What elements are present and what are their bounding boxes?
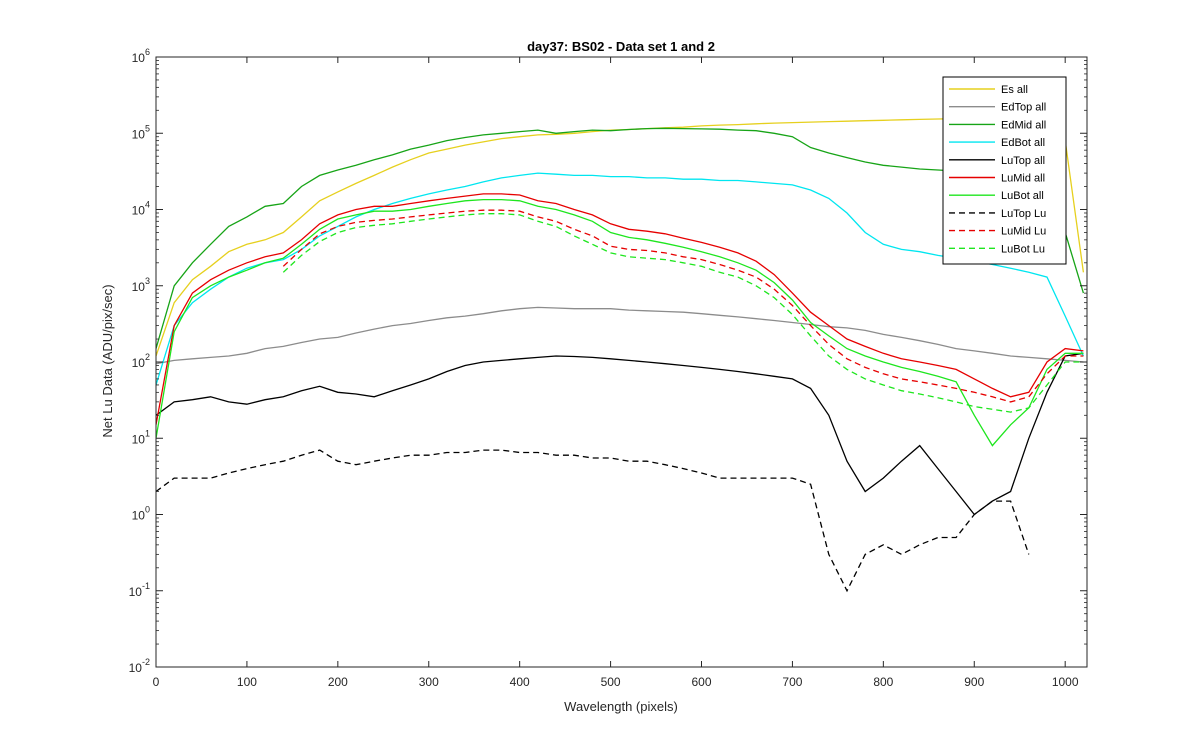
legend-label-4: LuTop all	[1001, 155, 1045, 167]
x-tick-label: 300	[419, 675, 439, 689]
legend-label-2: EdMid all	[1001, 119, 1046, 131]
x-axis-title: Wavelength (pixels)	[564, 699, 678, 714]
legend-label-6: LuBot all	[1001, 190, 1044, 202]
x-tick-label: 100	[237, 675, 257, 689]
x-tick-label: 200	[328, 675, 348, 689]
chart-title: day37: BS02 - Data set 1 and 2	[527, 39, 715, 54]
legend-label-0: Es all	[1001, 84, 1028, 96]
legend-label-8: LuMid Lu	[1001, 226, 1046, 238]
x-tick-label: 400	[510, 675, 530, 689]
x-tick-label: 800	[873, 675, 893, 689]
x-tick-label: 600	[691, 675, 711, 689]
x-tick-label: 1000	[1052, 675, 1079, 689]
legend-label-3: EdBot all	[1001, 137, 1045, 149]
y-axis-title: Net Lu Data (ADU/pix/sec)	[100, 284, 115, 437]
legend-label-9: LuBot Lu	[1001, 243, 1045, 255]
legend: Es all EdTop all EdMid all EdBot all LuTop a…	[942, 76, 1067, 265]
chart-figure: day37: BS02 - Data set 1 and 2 0 100 200 30…	[0, 0, 1200, 750]
legend-label-1: EdTop all	[1001, 102, 1046, 114]
legend-label-7: LuTop Lu	[1001, 208, 1046, 220]
x-tick-label: 900	[964, 675, 984, 689]
legend-label-5: LuMid all	[1001, 173, 1045, 185]
x-tick-label: 700	[782, 675, 802, 689]
x-tick-label: 500	[601, 675, 621, 689]
x-tick-label: 0	[153, 675, 160, 689]
